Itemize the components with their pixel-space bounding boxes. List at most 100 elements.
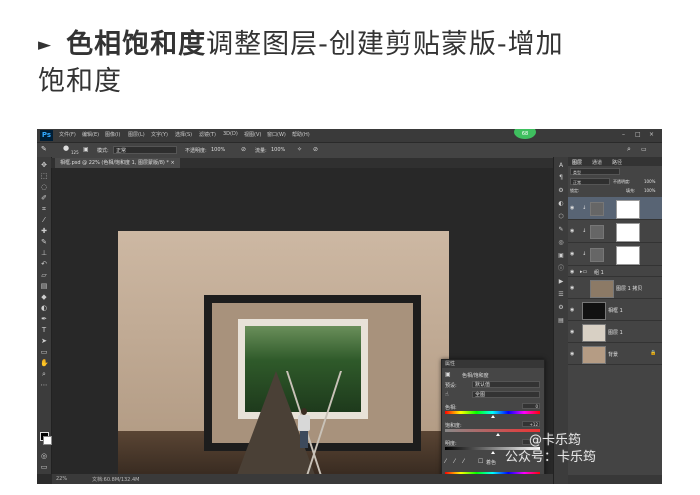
menu-window[interactable]: 窗口(W) [267,131,286,138]
shape-tool-icon[interactable]: ▭ [40,348,48,356]
menu-image[interactable]: 图像(I) [105,131,120,138]
brushes-icon[interactable]: ✎ [557,226,565,234]
brush-preset-icon[interactable]: ● [63,144,69,152]
brush-tool-icon[interactable]: ✎ [40,238,48,246]
visibility-eye-icon[interactable]: ◉ [570,285,574,291]
path-select-tool-icon[interactable]: ➤ [40,337,48,345]
brush-panel-icon[interactable]: ▣ [83,146,89,153]
mode-select[interactable]: 正常 [113,146,177,154]
opacity-value[interactable]: 100% [211,147,225,153]
canvas-area[interactable]: 属性 ▣ 色相/饱和度 预设: 默认值 ☝ 全图 色相: 0 饱和度: +12 … [52,168,553,484]
preset-select[interactable]: 默认值 [472,381,540,388]
background-color-swatch[interactable] [43,436,52,445]
eyedropper-tool-icon[interactable]: ⁄ [40,216,48,224]
dodge-tool-icon[interactable]: ◐ [40,304,48,312]
flow-value[interactable]: 100% [271,147,285,153]
visibility-eye-icon[interactable]: ◉ [570,228,574,234]
layer-row-3[interactable]: ◉ 图层 1 [568,321,662,343]
hue-slider-thumb[interactable] [490,415,495,418]
target-adjust-hand-icon[interactable]: ☝ [445,391,449,398]
hue-slider[interactable] [445,411,540,414]
visibility-eye-icon[interactable]: ◉ [570,351,574,357]
visibility-eye-icon[interactable]: ◉ [570,205,574,211]
layer-row-adjustment-1[interactable]: ◉ ↓ [568,197,662,220]
layer-row-2[interactable]: ◉ 相框 1 [568,299,662,321]
menu-layer[interactable]: 图层(L) [128,131,145,138]
healing-tool-icon[interactable]: ✚ [40,227,48,235]
layer-mask-thumb[interactable] [616,246,640,265]
lasso-tool-icon[interactable]: ◌ [40,183,48,191]
history-icon[interactable]: A [557,162,565,170]
tab-layers[interactable]: 图层 [572,159,582,166]
visibility-eye-icon[interactable]: ◉ [570,251,574,257]
hue-value[interactable]: 0 [522,403,540,409]
visibility-eye-icon[interactable]: ◉ [570,307,574,313]
marquee-tool-icon[interactable]: ⬚ [40,172,48,180]
pen-tool-icon[interactable]: ✒ [40,315,48,323]
menu-view[interactable]: 视图(V) [244,131,261,138]
layer-opacity-value[interactable]: 100% [644,179,655,184]
colorize-checkbox[interactable]: ☐ [478,458,483,465]
styles-icon[interactable]: ⬡ [557,213,565,221]
eyedropper-plus-icon[interactable]: ⁄ [454,458,455,465]
info-icon[interactable]: ⓘ [557,265,565,273]
menu-type[interactable]: 文字(Y) [151,131,168,138]
lightness-slider-thumb[interactable] [490,451,495,454]
menu-select[interactable]: 选择(S) [175,131,192,138]
blur-tool-icon[interactable]: ◆ [40,293,48,301]
navigator-icon[interactable]: ▣ [557,252,565,260]
eyedropper-minus-icon[interactable]: ⁄ [463,458,464,465]
stamp-tool-icon[interactable]: ⊥ [40,249,48,257]
maximize-icon[interactable]: □ [635,131,641,138]
layer-kind-filter[interactable]: 类型 [570,168,620,175]
move-tool-icon[interactable]: ✥ [40,161,48,169]
layer-row-adjustment-2[interactable]: ◉ ↓ [568,220,662,243]
history-brush-tool-icon[interactable]: ↶ [40,260,48,268]
layer-row-1[interactable]: ◉ 图层 1 拷贝 [568,277,662,299]
blend-mode-select[interactable]: 正常 [570,178,610,185]
eyedropper-icon[interactable]: ⁄ [445,458,446,465]
menu-edit[interactable]: 编辑(E) [82,131,99,138]
airbrush-icon[interactable]: ✧ [297,146,302,153]
minimize-icon[interactable]: – [622,131,625,138]
hand-tool-icon[interactable]: ✋ [40,359,49,367]
swatches-icon[interactable]: ⚙ [557,187,565,195]
gradient-tool-icon[interactable]: ▤ [40,282,48,290]
document-tab[interactable]: 相框.psd @ 22% (色相/饱和度 1, 图层蒙版/8) * × [55,158,180,168]
saturation-slider-thumb[interactable] [496,433,501,436]
fill-value[interactable]: 100% [644,188,655,193]
menu-filter[interactable]: 滤镜(T) [199,131,216,138]
search-icon[interactable]: ⌕ [627,145,631,154]
character-icon[interactable]: ¶ [557,174,565,182]
pressure-opacity-icon[interactable]: ⊘ [241,146,246,153]
quick-select-tool-icon[interactable]: ✐ [40,194,48,202]
menu-file[interactable]: 文件(F) [59,131,76,138]
layer-row-4[interactable]: ◉ 背景 🔒 [568,343,662,365]
saturation-slider[interactable] [445,429,540,432]
properties-icon[interactable]: ⚙ [557,304,565,312]
layer-mask-thumb[interactable] [616,223,640,242]
tab-paths[interactable]: 路径 [612,159,622,166]
actions-icon[interactable]: ▶ [557,278,565,286]
type-tool-icon[interactable]: T [40,326,48,334]
crop-tool-icon[interactable]: ⌗ [40,205,48,213]
menu-3d[interactable]: 3D(D) [223,131,238,137]
paragraph-icon[interactable]: ☰ [557,291,565,299]
workspace-icon[interactable]: ▭ [641,146,647,153]
layer-mask-thumb[interactable] [616,200,640,219]
layer-comps-icon[interactable]: ▤ [557,317,565,325]
zoom-tool-icon[interactable]: ⌕ [40,370,48,378]
tab-channels[interactable]: 通道 [592,159,602,166]
eraser-tool-icon[interactable]: ▱ [40,271,48,279]
menu-help[interactable]: 帮助(H) [292,131,310,138]
channel-select[interactable]: 全图 [472,391,540,398]
more-tools-icon[interactable]: ⋯ [40,381,48,389]
visibility-eye-icon[interactable]: ◉ [570,329,574,335]
layer-group-row[interactable]: ◉ ▸▭ 组 1 [568,266,662,277]
screen-mode-icon[interactable]: ▭ [40,463,48,471]
zoom-level[interactable]: 22% [56,476,67,482]
clone-source-icon[interactable]: ◎ [557,239,565,247]
close-icon[interactable]: × [649,131,654,138]
visibility-eye-icon[interactable]: ◉ [570,269,574,275]
quick-mask-icon[interactable]: ◎ [40,452,48,460]
